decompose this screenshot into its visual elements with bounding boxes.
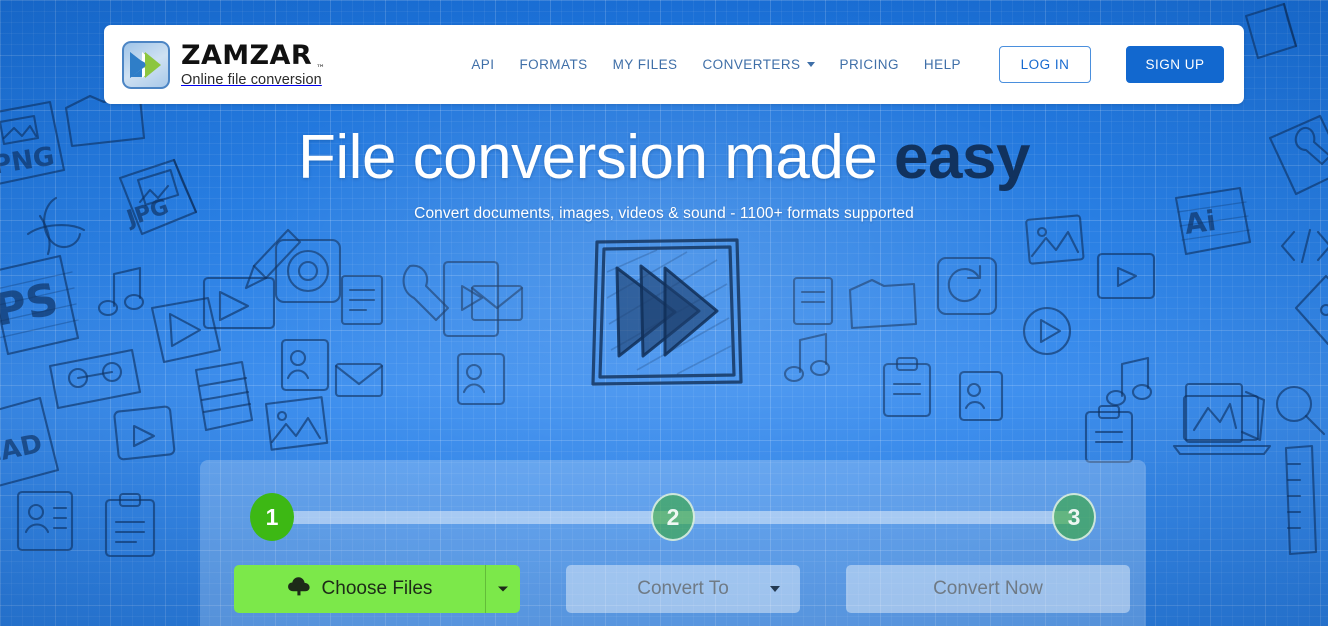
code-brackets-sketch-icon (1280, 228, 1328, 264)
pencil-sketch-icon (244, 228, 302, 290)
convert-to-dropdown[interactable]: Convert To (566, 565, 800, 613)
document-sketch-icon (792, 276, 834, 326)
svg-text:CAD: CAD (0, 429, 45, 471)
film-strip-sketch-icon (202, 276, 276, 330)
wrench-sketch-icon (402, 264, 450, 322)
doc-file-sketch-icon (340, 274, 384, 326)
double-chevron-icon (122, 40, 170, 89)
step-indicator-2-label: 2 (666, 503, 680, 530)
clipboard-sketch-icon (104, 492, 156, 558)
nav-item-help-label: HELP (923, 57, 961, 72)
chevron-down-icon (770, 586, 780, 592)
envelope-sketch-icon-2 (334, 362, 384, 398)
fast-forward-sketch-icon (577, 232, 752, 397)
audio-note-sketch-icon (783, 332, 831, 383)
envelope-sketch-icon (470, 284, 524, 322)
photo-frame-sketch-icon (1184, 382, 1266, 444)
landing-page: PNG JPG PS CAD Ai ZAMZAR ™ Online file c… (0, 0, 1328, 626)
nav-item-converters[interactable]: CONVERTERS (702, 57, 815, 72)
chevron-down-icon (497, 580, 509, 598)
hero-subtitle: Convert documents, images, videos & soun… (414, 205, 914, 223)
chevron-down-icon (806, 62, 815, 67)
music-note-sketch-icon (97, 266, 145, 317)
nav-item-api[interactable]: API (471, 57, 494, 72)
nav-item-converters-label: CONVERTERS (702, 57, 801, 72)
login-button[interactable]: LOG IN (999, 46, 1091, 83)
trademark-symbol: ™ (316, 63, 326, 74)
spreadsheet-sketch-icon (194, 360, 254, 432)
nav-item-pricing-label: PRICING (839, 57, 899, 72)
nav-item-help[interactable]: HELP (924, 57, 961, 72)
hero-section: File conversion made easy Convert docume… (0, 123, 1328, 223)
converter-panel: 1 2 3 Choose Files Convert To Convert No… (200, 460, 1146, 626)
svg-text:PS: PS (0, 274, 63, 337)
nav-item-formats-label: FORMATS (519, 57, 588, 72)
contact-card-sketch-icon (16, 490, 74, 552)
convert-now-button[interactable]: Convert Now (846, 565, 1130, 613)
brand-tagline: Online file conversion (181, 71, 322, 88)
step-indicator-3-label: 3 (1067, 503, 1081, 530)
step-progress-bar: 1 2 3 (250, 493, 1096, 541)
laptop-sketch-icon (1172, 394, 1272, 456)
clipboard-sketch-icon-2 (882, 356, 932, 418)
image-file-sketch-icon (264, 396, 329, 451)
choose-files-dropdown-toggle[interactable] (486, 565, 520, 613)
brand-logo-link[interactable]: ZAMZAR ™ Online file conversion (122, 39, 326, 89)
video-frame-sketch-icon (1096, 252, 1156, 300)
cloud-upload-icon (287, 576, 311, 602)
video-play-sketch-icon (113, 405, 176, 461)
site-header: ZAMZAR ™ Online file conversion API FORMA… (104, 25, 1244, 104)
main-navigation: API FORMATS MY FILES CONVERTERS PRICING … (471, 46, 1224, 83)
photoshop-sketch-icon: PS (0, 254, 80, 356)
choose-files-button[interactable]: Choose Files (234, 565, 486, 613)
nav-item-my-files[interactable]: MY FILES (613, 57, 678, 72)
nav-item-my-files-label: MY FILES (612, 57, 678, 72)
camera-lens-sketch-icon (274, 238, 342, 304)
diamond-file-sketch-icon (1294, 274, 1328, 346)
step-indicator-3[interactable]: 3 (1052, 493, 1096, 541)
page-title: File conversion made easy (0, 123, 1328, 192)
media-file-sketch-icon (442, 260, 500, 338)
music-note-sketch-icon-2 (1105, 356, 1153, 407)
cad-file-sketch-icon: CAD (0, 396, 60, 487)
brand-name: ZAMZAR (181, 39, 313, 71)
nav-item-pricing[interactable]: PRICING (840, 57, 899, 72)
converter-actions: Choose Files Convert To Convert Now (234, 565, 1130, 613)
nav-item-formats[interactable]: FORMATS (519, 57, 587, 72)
headline-accent: easy (894, 123, 1030, 192)
ruler-sketch-icon (1284, 444, 1318, 556)
page-corner-sketch-icon (1244, 2, 1298, 60)
magnifier-sketch-icon (1275, 385, 1326, 436)
refresh-circle-sketch-icon (936, 256, 998, 316)
open-folder-sketch-icon (848, 278, 918, 330)
step-indicator-1[interactable]: 1 (250, 493, 294, 541)
nav-item-api-label: API (471, 57, 495, 72)
convert-to-label: Convert To (637, 578, 729, 599)
choose-files-button-group[interactable]: Choose Files (234, 565, 520, 613)
id-badge-sketch-icon (456, 352, 506, 406)
play-triangle-sketch-icon (150, 296, 222, 364)
id-card-sketch-icon (958, 370, 1004, 422)
cassette-sketch-icon (48, 348, 142, 410)
step-indicator-2[interactable]: 2 (651, 493, 695, 541)
signup-button[interactable]: SIGN UP (1126, 46, 1224, 83)
user-card-sketch-icon (280, 338, 330, 392)
headline-plain: File conversion made (298, 123, 895, 192)
step-indicator-1-label: 1 (265, 503, 279, 530)
choose-files-label: Choose Files (321, 578, 433, 599)
play-button-circle-sketch-icon (1022, 306, 1072, 356)
